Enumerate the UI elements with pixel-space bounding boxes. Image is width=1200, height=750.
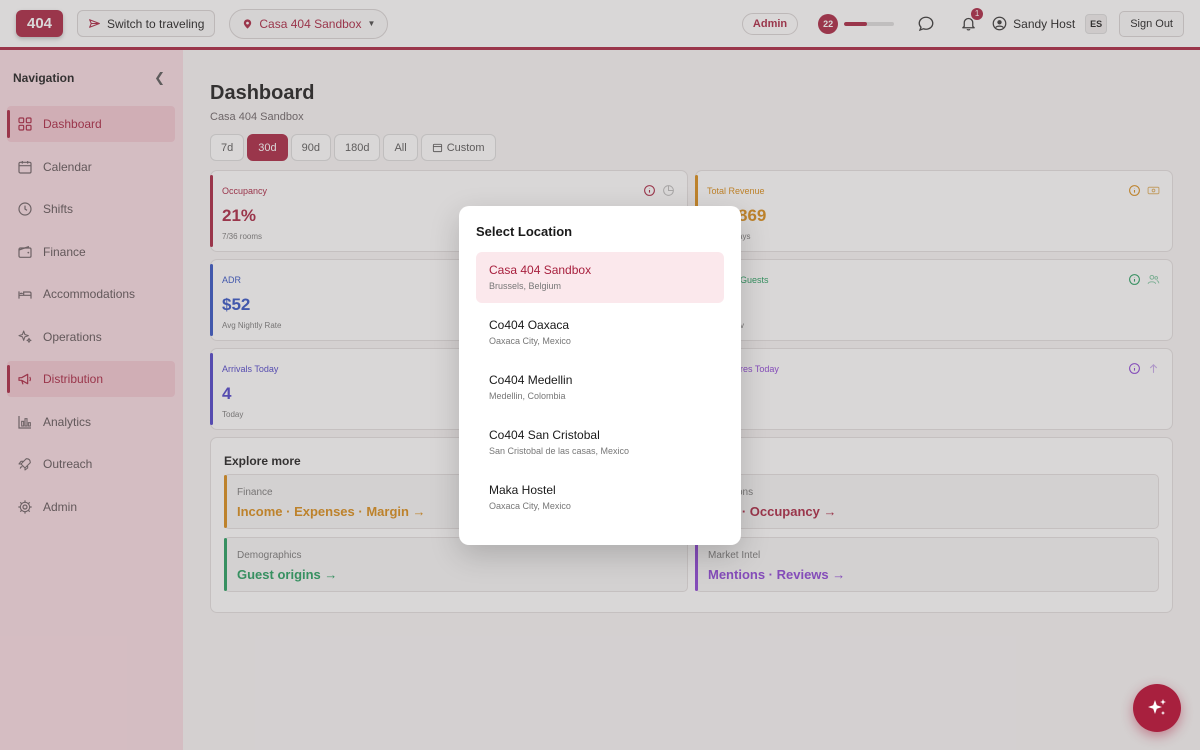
location-option-casa-404-sandbox[interactable]: Casa 404 Sandbox Brussels, Belgium — [476, 252, 724, 303]
location-option-co404-medellin[interactable]: Co404 Medellin Medellin, Colombia — [476, 362, 724, 413]
location-city: Medellin, Colombia — [489, 391, 566, 401]
location-name: Co404 Medellin — [489, 373, 573, 387]
location-city: San Cristobal de las casas, Mexico — [489, 446, 630, 456]
sparkles-icon — [1148, 699, 1166, 715]
location-city: Oaxaca City, Mexico — [489, 336, 571, 346]
location-name: Maka Hostel — [489, 483, 556, 497]
select-location-modal: Select Location Casa 404 Sandbox Brussel… — [459, 206, 741, 545]
location-option-co404-san-cristobal[interactable]: Co404 San Cristobal San Cristobal de las… — [476, 417, 724, 468]
location-city: Oaxaca City, Mexico — [489, 501, 571, 511]
ai-assistant-button[interactable] — [1133, 684, 1181, 732]
modal-title: Select Location — [476, 224, 573, 239]
location-option-co404-oaxaca[interactable]: Co404 Oaxaca Oaxaca City, Mexico — [476, 307, 724, 358]
location-name: Co404 San Cristobal — [489, 428, 600, 442]
location-city: Brussels, Belgium — [489, 281, 562, 291]
location-name: Co404 Oaxaca — [489, 318, 570, 332]
location-option-maka-hostel[interactable]: Maka Hostel Oaxaca City, Mexico — [476, 472, 724, 523]
location-name: Casa 404 Sandbox — [489, 263, 592, 277]
